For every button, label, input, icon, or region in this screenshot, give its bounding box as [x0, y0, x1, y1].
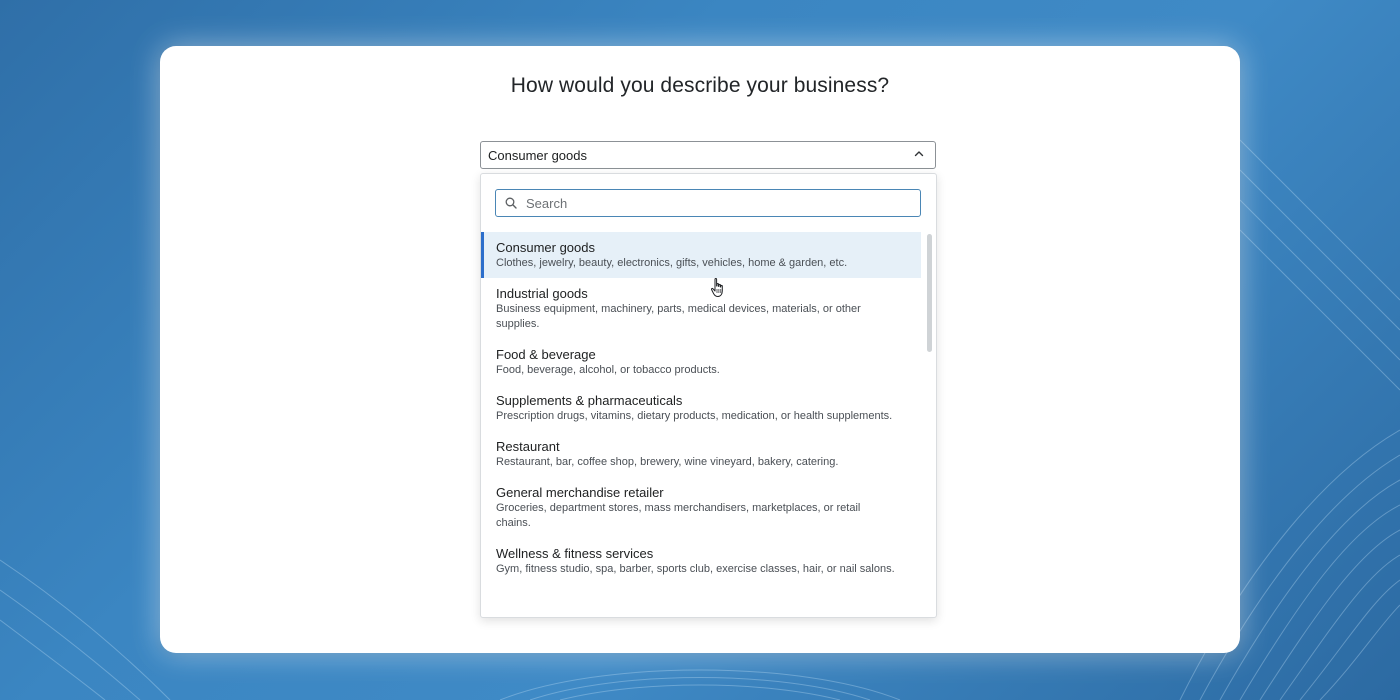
list-item-consumer-goods[interactable]: Consumer goods Clothes, jewelry, beauty,…: [481, 232, 921, 278]
option-description: Food, beverage, alcohol, or tobacco prod…: [496, 364, 720, 376]
list-item-restaurant[interactable]: Restaurant Restaurant, bar, coffee shop,…: [481, 431, 921, 477]
option-title: Supplements & pharmaceuticals: [496, 393, 683, 408]
option-description: Groceries, department stores, mass merch…: [496, 502, 861, 529]
list-item-food-beverage[interactable]: Food & beverage Food, beverage, alcohol,…: [481, 339, 921, 385]
list-item-supplements-pharmaceuticals[interactable]: Supplements & pharmaceuticals Prescripti…: [481, 385, 921, 431]
option-description: Clothes, jewelry, beauty, electronics, g…: [496, 257, 848, 269]
business-type-dropdown: Consumer goods Clothes, jewelry, beauty,…: [480, 173, 937, 618]
list-item-general-merchandise-retailer[interactable]: General merchandise retailer Groceries, …: [481, 477, 921, 538]
option-title: General merchandise retailer: [496, 485, 664, 500]
option-description: Prescription drugs, vitamins, dietary pr…: [496, 410, 893, 422]
select-value: Consumer goods: [488, 148, 587, 163]
option-description: Gym, fitness studio, spa, barber, sports…: [496, 563, 895, 575]
chevron-up-icon[interactable]: [913, 148, 925, 160]
list-item-industrial-goods[interactable]: Industrial goods Business equipment, mac…: [481, 278, 921, 339]
list-item-wellness-fitness-services[interactable]: Wellness & fitness services Gym, fitness…: [481, 538, 921, 584]
option-title: Consumer goods: [496, 240, 595, 255]
page-title: How would you describe your business?: [510, 74, 890, 97]
hand-pointer-icon: [711, 277, 723, 297]
option-title: Wellness & fitness services: [496, 546, 654, 561]
options-list: Consumer goods Clothes, jewelry, beauty,…: [481, 232, 921, 584]
option-description: Business equipment, machinery, parts, me…: [496, 303, 861, 330]
search-field[interactable]: [495, 189, 921, 217]
business-type-select[interactable]: Consumer goods: [480, 141, 936, 169]
onboarding-card: How would you describe your business? Co…: [160, 46, 1240, 653]
option-description: Restaurant, bar, coffee shop, brewery, w…: [496, 456, 839, 468]
search-input[interactable]: [526, 190, 906, 216]
scrollbar-thumb[interactable]: [927, 234, 932, 352]
option-title: Industrial goods: [496, 286, 588, 301]
option-title: Food & beverage: [496, 347, 596, 362]
option-title: Restaurant: [496, 439, 560, 454]
search-icon: [505, 197, 517, 209]
